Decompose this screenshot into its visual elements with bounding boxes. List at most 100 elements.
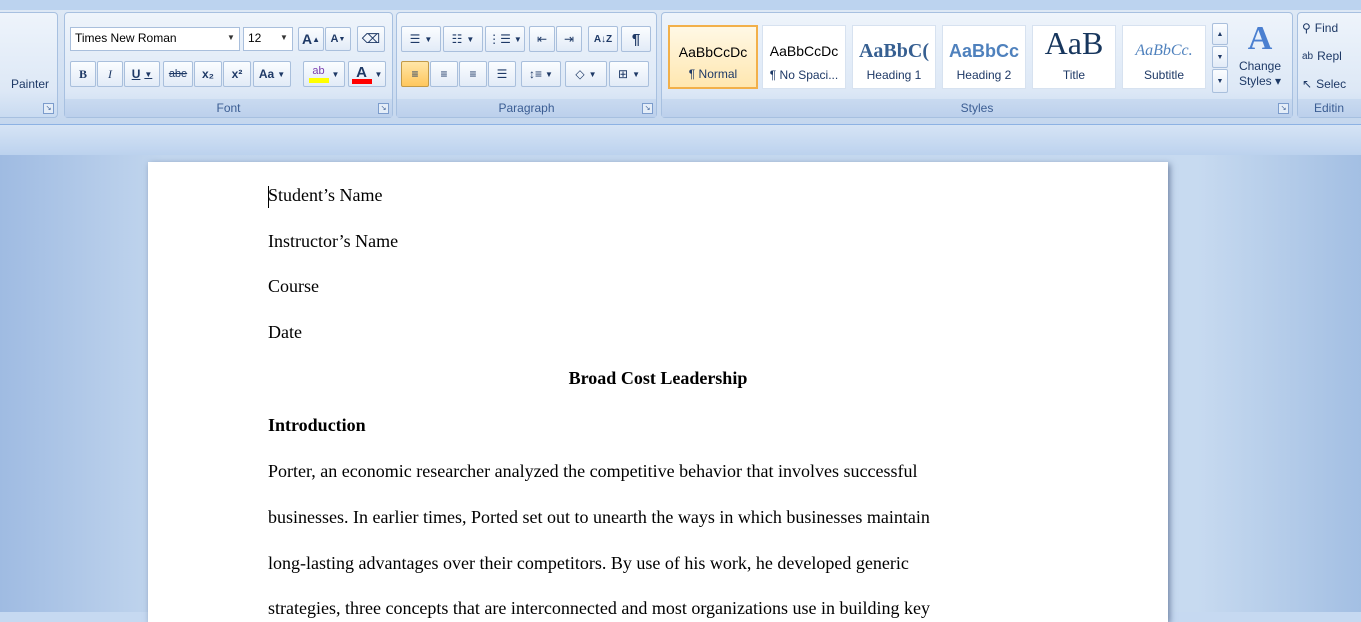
replace-button[interactable]: ab Repl	[1302, 45, 1361, 67]
clear-formatting-button[interactable]: ⌫	[357, 26, 385, 52]
styles-scroll-up-button[interactable]: ▲	[1212, 23, 1228, 45]
align-right-button[interactable]: ≡	[459, 61, 487, 87]
align-left-button[interactable]: ≡	[401, 61, 429, 87]
decrease-indent-button[interactable]: ⇤	[529, 26, 555, 52]
ruler-strip	[0, 125, 1361, 155]
subscript-button[interactable]: x₂	[194, 61, 222, 87]
style-name: Heading 2	[956, 68, 1012, 82]
bullets-button[interactable]: ☰ ▼	[401, 26, 441, 52]
show-hide-button[interactable]: ¶	[621, 26, 651, 52]
border-grid-icon: ⊞	[618, 67, 629, 81]
font-color-button[interactable]: A ▼	[348, 61, 386, 87]
style-sample: AaB	[1044, 28, 1104, 58]
font-size-combo[interactable]: 12 ▼	[243, 27, 293, 51]
numbering-button[interactable]: ☷ ▼	[443, 26, 483, 52]
find-label: Find	[1314, 21, 1339, 35]
style-heading-1[interactable]: AaBbC( Heading 1	[852, 25, 936, 89]
change-case-button[interactable]: Aa ▼	[253, 61, 291, 87]
bold-button[interactable]: B	[70, 61, 96, 87]
multilevel-list-button[interactable]: ⋮☰ ▼	[485, 26, 525, 52]
ribbon: Painter ↘ Times New Roman ▼ 12 ▼ A ▲ A ▼ ⌫…	[0, 0, 1361, 125]
font-size-value: 12	[248, 31, 262, 45]
chevron-down-icon[interactable]: ▼	[225, 28, 237, 48]
shading-button[interactable]: ◇ ▼	[565, 61, 607, 87]
font-group: Times New Roman ▼ 12 ▼ A ▲ A ▼ ⌫ B I U ▼ ab…	[64, 12, 393, 118]
document-page[interactable]: Student’s Name Instructor’s Name Course …	[148, 162, 1168, 622]
style-title[interactable]: AaB Title	[1032, 25, 1116, 89]
body-line[interactable]: businesses. In earlier times, Ported set…	[268, 507, 930, 528]
increase-indent-button[interactable]: ⇥	[556, 26, 582, 52]
ribbon-tab-strip	[0, 0, 1361, 10]
style-normal[interactable]: AaBbCcDc ¶ Normal	[668, 25, 758, 89]
text-highlight-button[interactable]: ab ▼	[303, 61, 345, 87]
multilevel-list-icon: ⋮☰	[488, 32, 511, 46]
font-name-value: Times New Roman	[75, 31, 177, 45]
align-center-button[interactable]: ≡	[430, 61, 458, 87]
numbered-list-icon: ☷	[451, 32, 463, 46]
styles-group: AaBbCcDc ¶ Normal AaBbCcDc ¶ No Spaci...…	[661, 12, 1293, 118]
style-name: ¶ No Spaci...	[769, 68, 839, 82]
body-line[interactable]: Porter, an economic researcher analyzed …	[268, 461, 918, 482]
find-button[interactable]: ⚲ Find	[1302, 17, 1361, 39]
align-left-icon: ≡	[411, 67, 419, 81]
style-subtitle[interactable]: AaBbCc. Subtitle	[1122, 25, 1206, 89]
styles-aa-icon: A	[1247, 20, 1273, 57]
section-heading[interactable]: Introduction	[268, 415, 366, 436]
select-button[interactable]: ↖ Selec	[1302, 73, 1361, 95]
format-painter-button[interactable]: Painter	[5, 73, 55, 95]
paragraph-dialog-launcher-icon[interactable]: ↘	[642, 103, 653, 114]
instructor-name-line[interactable]: Instructor’s Name	[268, 231, 398, 252]
change-styles-button[interactable]: A Change Styles ▾	[1232, 19, 1288, 99]
italic-button[interactable]: I	[97, 61, 123, 87]
sort-icon: A↓Z	[593, 33, 613, 45]
indent-icon: ⇥	[563, 32, 575, 46]
styles-dialog-launcher-icon[interactable]: ↘	[1278, 103, 1289, 114]
replace-icon: ab	[1302, 50, 1314, 62]
style-sample: AaBbCcDc	[678, 44, 748, 60]
font-dialog-launcher-icon[interactable]: ↘	[378, 103, 389, 114]
change-styles-label-2: Styles ▾	[1238, 74, 1282, 88]
line-spacing-button[interactable]: ↕≡ ▼	[521, 61, 561, 87]
date-line[interactable]: Date	[268, 322, 302, 343]
select-label: Selec	[1316, 77, 1347, 91]
student-name-line[interactable]: Student’s Name	[268, 185, 383, 206]
style-no-spacing[interactable]: AaBbCcDc ¶ No Spaci...	[762, 25, 846, 89]
cursor-arrow-icon: ↖	[1302, 77, 1313, 91]
eraser-icon: ⌫	[361, 31, 381, 46]
shrink-font-button[interactable]: A ▼	[325, 27, 351, 51]
document-title[interactable]: Broad Cost Leadership	[148, 368, 1168, 389]
sort-button[interactable]: A↓Z	[588, 26, 618, 52]
superscript-button[interactable]: x²	[223, 61, 251, 87]
bold-label: B	[78, 66, 87, 81]
paragraph-group-label: Paragraph	[397, 99, 656, 117]
styles-more-button[interactable]: ▼	[1212, 69, 1228, 93]
bullet-list-icon: ☰	[409, 32, 421, 46]
clipboard-group: Painter ↘	[0, 12, 58, 118]
grow-font-label: A	[301, 31, 313, 47]
clipboard-dialog-launcher-icon[interactable]: ↘	[43, 103, 54, 114]
body-line[interactable]: strategies, three concepts that are inte…	[268, 598, 930, 619]
strikethrough-button[interactable]: abe	[163, 61, 193, 87]
borders-button[interactable]: ⊞ ▼	[609, 61, 649, 87]
change-case-label: Aa	[258, 67, 275, 81]
font-name-combo[interactable]: Times New Roman ▼	[70, 27, 240, 51]
chevron-down-icon[interactable]: ▼	[278, 28, 290, 48]
style-heading-2[interactable]: AaBbCc Heading 2	[942, 25, 1026, 89]
replace-label: Repl	[1317, 49, 1342, 63]
underline-button[interactable]: U ▼	[124, 61, 160, 87]
highlighter-icon: ab	[308, 65, 329, 83]
change-styles-label-1: Change	[1238, 59, 1282, 73]
line-spacing-icon: ↕≡	[529, 67, 543, 81]
justify-button[interactable]: ☰	[488, 61, 516, 87]
chevron-up-icon: ▲	[1216, 30, 1224, 38]
styles-scroll-down-button[interactable]: ▼	[1212, 46, 1228, 68]
strikethrough-label: abe	[168, 68, 188, 80]
style-sample: AaBbCc.	[1135, 42, 1193, 59]
styles-group-label: Styles	[662, 99, 1292, 117]
underline-label: U	[131, 67, 141, 81]
grow-font-button[interactable]: A ▲	[298, 27, 324, 51]
style-name: Title	[1062, 68, 1086, 82]
style-name: Heading 1	[866, 68, 922, 82]
course-line[interactable]: Course	[268, 276, 319, 297]
body-line[interactable]: long-lasting advantages over their compe…	[268, 553, 909, 574]
